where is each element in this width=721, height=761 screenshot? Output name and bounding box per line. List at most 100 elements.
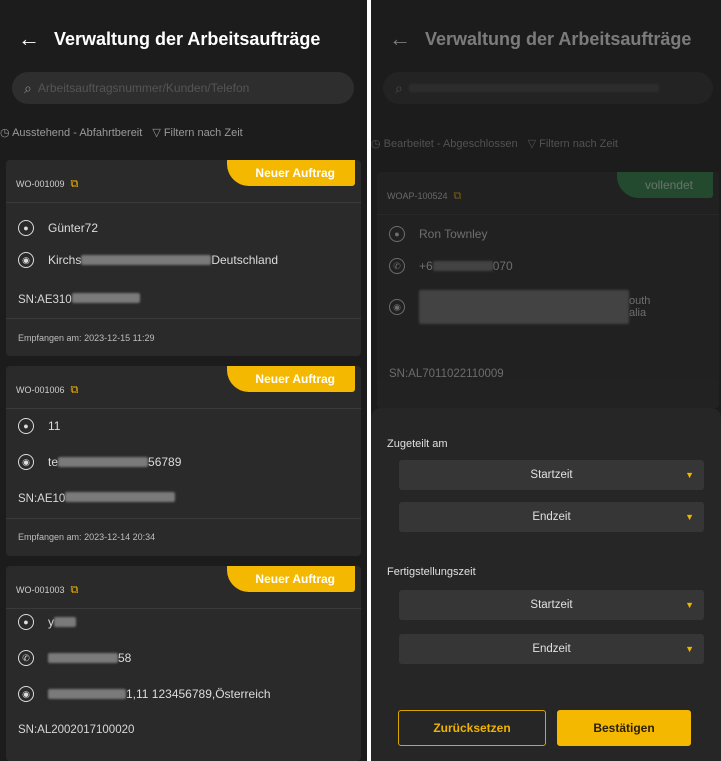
address-row: ◉ 1,11 123456789,Österreich <box>18 686 271 702</box>
received-value: 2023-12-14 20:34 <box>84 532 156 542</box>
work-order-card[interactable]: WO-001003 ⧉ Neuer Auftrag ● y ✆ 58 ◉ 1,11 12… <box>6 566 361 761</box>
completion-end-select[interactable]: Endzeit ▼ <box>399 634 704 664</box>
status-filter-label: Ausstehend - Abfahrtbereit <box>12 127 143 139</box>
time-filter-label: Filtern nach Zeit <box>163 127 243 139</box>
redacted-block <box>65 492 176 502</box>
customer-name: Günter72 <box>48 221 99 235</box>
assigned-start-select[interactable]: Startzeit ▼ <box>399 460 704 490</box>
status-badge: Neuer Auftrag <box>227 366 355 392</box>
confirm-button[interactable]: Bestätigen <box>557 710 691 746</box>
serial-number: SN:AL7011022110009 <box>389 368 504 380</box>
serial-number: SN:AL2002017100020 <box>18 724 135 736</box>
customer-row: ● 11 <box>18 418 60 434</box>
time-filter[interactable]: ▽ Filtern nach Zeit <box>528 137 618 150</box>
work-order-card[interactable]: WO-001006 ⧉ Neuer Auftrag ● 11 ◉ te 56789 SN… <box>6 366 361 556</box>
address-row: ◉ Kirchs Deutschland <box>18 252 278 268</box>
dropdown-arrow-icon: ▼ <box>685 512 694 522</box>
phone-row: ✆ +6 070 <box>389 258 513 274</box>
select-value: Endzeit <box>532 643 571 655</box>
funnel-icon: ▽ <box>152 127 164 139</box>
search-input[interactable]: ⌕ <box>383 72 713 104</box>
work-order-id: WO-001009 ⧉ <box>16 178 78 191</box>
filter-sheet: Zugeteilt am Startzeit ▼ Endzeit ▼ Fertigs… <box>371 408 721 761</box>
clock-icon: ◷ <box>371 138 384 150</box>
phone-icon: ✆ <box>389 258 405 274</box>
copy-icon[interactable]: ⧉ <box>71 584 79 596</box>
dropdown-arrow-icon: ▼ <box>685 600 694 610</box>
redacted-block <box>71 293 140 303</box>
location-icon: ◉ <box>18 454 34 470</box>
divider <box>6 318 361 319</box>
customer-name: 11 <box>48 419 61 433</box>
address-row: ◉ outh alia <box>389 290 650 324</box>
search-input[interactable]: ⌕ Arbeitsauftragsnummer/Kunden/Telefon <box>12 72 354 104</box>
select-value: Startzeit <box>530 469 573 481</box>
status-filter-label: Bearbeitet - Abgeschlossen <box>383 138 518 150</box>
time-filter[interactable]: ▽ Filtern nach Zeit <box>152 126 242 139</box>
header: ← Verwaltung der Arbeitsaufträge <box>371 0 721 78</box>
phone-end: 070 <box>492 259 513 273</box>
background-list: ← Verwaltung der Arbeitsaufträge ⌕ ◷ Bea… <box>371 0 721 408</box>
serial-number: SN:AE10 <box>18 492 176 505</box>
customer-row: ● Ron Townley <box>389 226 487 242</box>
copy-icon[interactable]: ⧉ <box>71 178 79 190</box>
address-start: te <box>48 455 59 469</box>
redacted-block <box>419 290 629 324</box>
received-time: Empfangen am: 2023-12-14 20:34 <box>18 532 155 542</box>
work-order-id-text: WOAP-100524 <box>387 191 448 201</box>
redacted-block <box>48 689 126 699</box>
copy-icon[interactable]: ⧉ <box>71 384 79 396</box>
phone-end: 58 <box>118 651 132 665</box>
filter-bar: ◷ Ausstehend - Abfahrtbereit ▽ Filtern n… <box>0 126 243 139</box>
work-order-card[interactable]: WOAP-100524 ⧉ vollendet ● Ron Townley ✆ +6 0… <box>377 172 719 408</box>
location-icon: ◉ <box>389 299 405 315</box>
address-row: ◉ te 56789 <box>18 454 181 470</box>
work-order-id: WOAP-100524 ⧉ <box>387 190 461 203</box>
phone-start: +6 <box>419 259 433 273</box>
status-badge: Neuer Auftrag <box>227 566 355 592</box>
work-order-id: WO-001003 ⧉ <box>16 584 78 597</box>
address-end: Deutschland <box>211 253 279 267</box>
status-badge: Neuer Auftrag <box>227 160 355 186</box>
user-icon: ● <box>18 220 34 236</box>
address-end: 1,11 123456789,Österreich <box>126 687 271 701</box>
phone-icon: ✆ <box>18 650 34 666</box>
search-icon: ⌕ <box>395 79 403 96</box>
work-order-id-text: WO-001006 <box>16 385 65 395</box>
search-placeholder-blur <box>408 84 659 92</box>
select-value: Startzeit <box>530 599 573 611</box>
filter-bar: ◷ Bearbeitet - Abgeschlossen ▽ Filtern n… <box>371 137 618 150</box>
page-title: Verwaltung der Arbeitsaufträge <box>425 28 692 49</box>
divider <box>6 608 361 609</box>
serial-number: SN:AE310 <box>18 293 140 306</box>
received-label: Empfangen am: <box>18 532 82 542</box>
redacted-block <box>48 653 118 663</box>
copy-icon[interactable]: ⧉ <box>454 190 462 202</box>
redacted-block <box>54 617 76 627</box>
customer-name: Ron Townley <box>419 227 488 241</box>
divider <box>6 518 361 519</box>
search-placeholder: Arbeitsauftragsnummer/Kunden/Telefon <box>37 81 250 95</box>
header: ← Verwaltung der Arbeitsaufträge <box>0 0 367 78</box>
dropdown-arrow-icon: ▼ <box>685 644 694 654</box>
work-order-card[interactable]: WO-001009 ⧉ Neuer Auftrag ● Günter72 ◉ Kirc… <box>6 160 361 356</box>
back-arrow-icon[interactable]: ← <box>18 26 54 52</box>
status-filter[interactable]: ◷ Ausstehend - Abfahrtbereit <box>0 126 142 139</box>
received-label: Empfangen am: <box>18 333 82 343</box>
reset-button[interactable]: Zurücksetzen <box>398 710 546 746</box>
time-filter-label: Filtern nach Zeit <box>539 138 618 150</box>
assigned-end-select[interactable]: Endzeit ▼ <box>399 502 704 532</box>
clock-icon: ◷ <box>0 127 13 139</box>
address-line-2: alia <box>629 307 647 319</box>
funnel-icon: ▽ <box>527 138 540 150</box>
status-filter[interactable]: ◷ Bearbeitet - Abgeschlossen <box>371 137 518 150</box>
back-arrow-icon[interactable]: ← <box>389 26 425 52</box>
redacted-block <box>58 457 149 467</box>
location-icon: ◉ <box>18 252 34 268</box>
work-order-id: WO-001006 ⧉ <box>16 384 78 397</box>
completion-start-select[interactable]: Startzeit ▼ <box>399 590 704 620</box>
select-value: Endzeit <box>532 511 571 523</box>
work-order-id-text: WO-001003 <box>16 585 65 595</box>
completion-label: Fertigstellungszeit <box>387 566 476 578</box>
right-panel: ← Verwaltung der Arbeitsaufträge ⌕ ◷ Bea… <box>371 0 721 761</box>
